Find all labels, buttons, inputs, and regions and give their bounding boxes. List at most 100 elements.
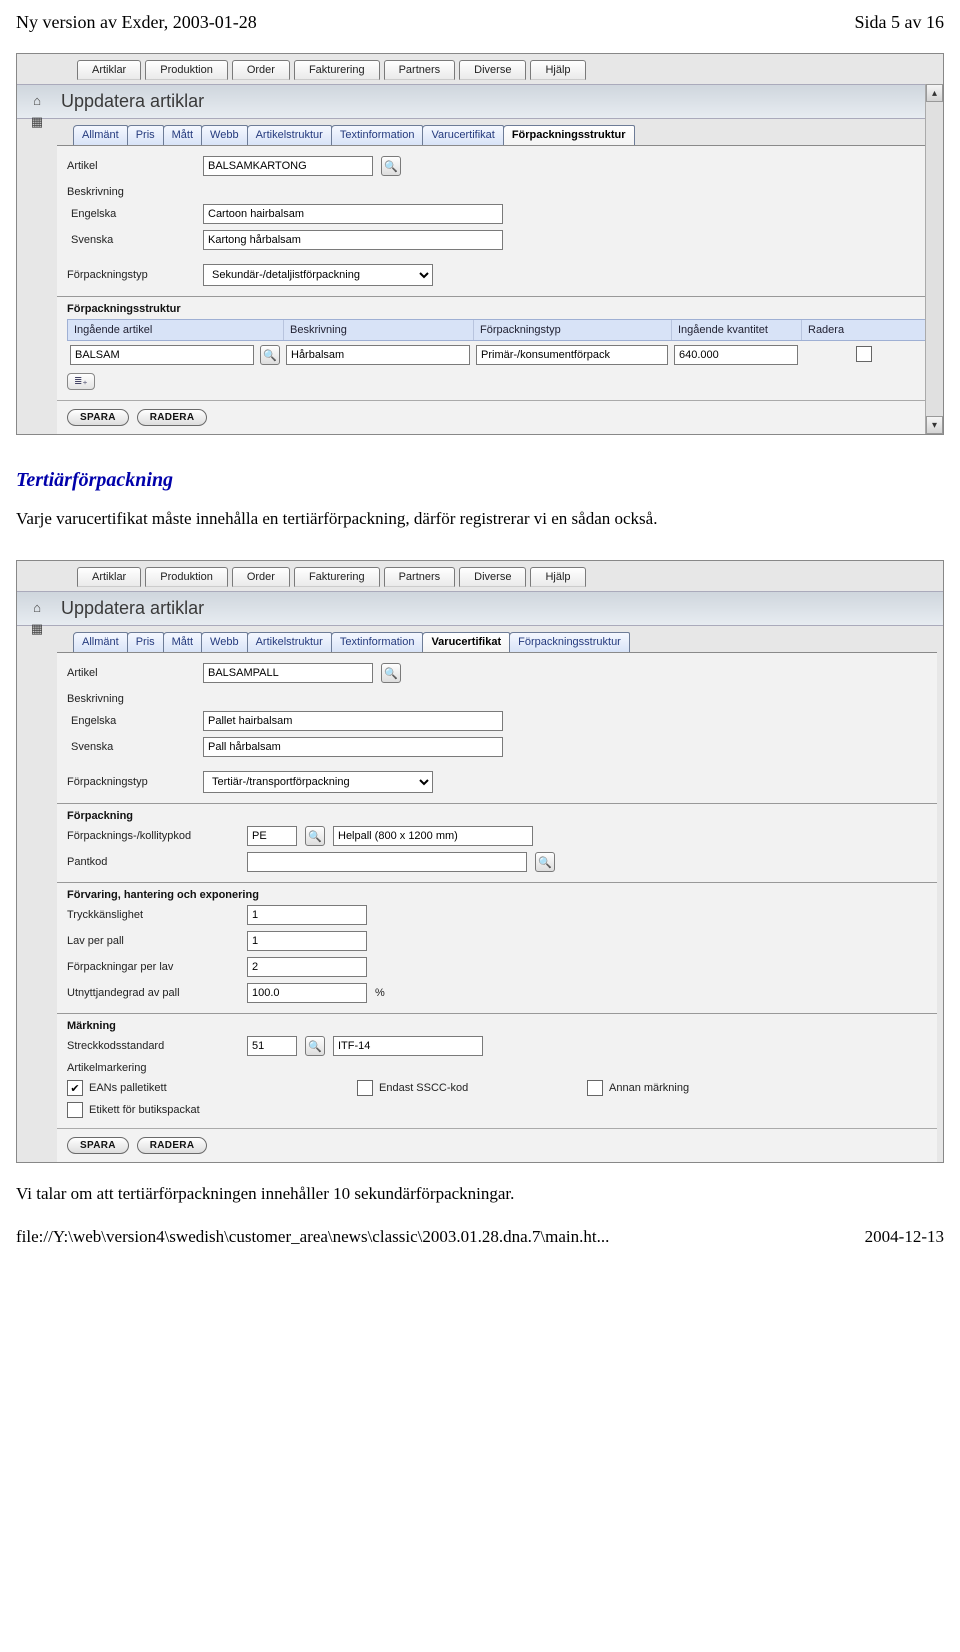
save-button[interactable]: SPARA [67, 409, 129, 426]
beskrivning-label: Beskrivning [67, 693, 195, 705]
group-forvaring: Förvaring, hantering och exponering Tryc… [57, 882, 937, 1003]
tab-forpackningsstruktur[interactable]: Förpackningsstruktur [509, 632, 630, 652]
row-delete-checkbox[interactable] [856, 346, 872, 362]
tab-matt[interactable]: Mått [163, 125, 202, 145]
artikel-label: Artikel [67, 160, 195, 172]
tab-allmant[interactable]: Allmänt [73, 125, 128, 145]
lav-input[interactable] [247, 931, 367, 951]
menu-artiklar[interactable]: Artiklar [77, 567, 141, 587]
search-icon[interactable]: 🔍 [305, 1036, 325, 1056]
svenska-label: Svenska [67, 741, 195, 753]
tab-allmant[interactable]: Allmänt [73, 632, 128, 652]
tab-artikelstruktur[interactable]: Artikelstruktur [247, 125, 332, 145]
app-frame-2: Artiklar Produktion Order Fakturering Pa… [16, 560, 944, 1163]
streckkod-desc [333, 1036, 483, 1056]
menu-hjalp[interactable]: Hjälp [530, 567, 585, 587]
forpackningstyp-select[interactable]: Sekundär-/detaljistförpackning [203, 264, 433, 286]
tab-artikelstruktur[interactable]: Artikelstruktur [247, 632, 332, 652]
tab-webb[interactable]: Webb [201, 125, 248, 145]
tab-pris[interactable]: Pris [127, 125, 164, 145]
group-label: Förpackningsstruktur [67, 303, 927, 315]
search-icon[interactable]: 🔍 [381, 156, 401, 176]
grid-icon[interactable]: ▦ [31, 622, 43, 635]
tab-pris[interactable]: Pris [127, 632, 164, 652]
engelska-input[interactable] [203, 711, 503, 731]
tab-textinformation[interactable]: Textinformation [331, 125, 424, 145]
artikel-label: Artikel [67, 667, 195, 679]
group-label: Förvaring, hantering och exponering [67, 889, 927, 901]
scrollbar[interactable]: ▴ ▾ [925, 84, 943, 434]
form-area-1: Artikel 🔍 Beskrivning Engelska Svenska F… [57, 145, 937, 434]
row-artikel-input[interactable] [70, 345, 254, 365]
search-icon[interactable]: 🔍 [381, 663, 401, 683]
tab-matt[interactable]: Mått [163, 632, 202, 652]
tabs: Allmänt Pris Mått Webb Artikelstruktur T… [17, 626, 943, 652]
search-icon[interactable]: 🔍 [535, 852, 555, 872]
kollitypkod-input[interactable] [247, 826, 297, 846]
search-icon[interactable]: 🔍 [260, 345, 280, 365]
checkbox-eans-palletikett[interactable]: ✔ [67, 1080, 83, 1096]
checkbox-endast-sscc[interactable] [357, 1080, 373, 1096]
footer-path: file://Y:\web\version4\swedish\customer_… [16, 1227, 609, 1247]
home-icon[interactable]: ⌂ [33, 601, 41, 614]
menu-hjalp[interactable]: Hjälp [530, 60, 585, 80]
add-row-icon[interactable]: ≣₊ [67, 373, 95, 390]
artikel-input[interactable] [203, 663, 373, 683]
streckkod-input[interactable] [247, 1036, 297, 1056]
tab-forpackningsstruktur[interactable]: Förpackningsstruktur [503, 125, 635, 145]
sidebar-icons: ⌂ ▦ [23, 94, 51, 128]
checkbox-etikett-butikspackat[interactable] [67, 1102, 83, 1118]
svenska-input[interactable] [203, 737, 503, 757]
th-kvantitet: Ingående kvantitet [672, 320, 802, 340]
cb-label-1: EANs palletikett [89, 1082, 167, 1094]
perlav-input[interactable] [247, 957, 367, 977]
menu-produktion[interactable]: Produktion [145, 60, 228, 80]
delete-button[interactable]: RADERA [137, 409, 208, 426]
pantkod-input[interactable] [247, 852, 527, 872]
tryck-input[interactable] [247, 905, 367, 925]
tab-textinformation[interactable]: Textinformation [331, 632, 424, 652]
menu-produktion[interactable]: Produktion [145, 567, 228, 587]
page-title: Uppdatera artiklar [17, 84, 943, 119]
beskrivning-label: Beskrivning [67, 186, 195, 198]
cb-label-2: Endast SSCC-kod [379, 1082, 468, 1094]
scroll-up-icon[interactable]: ▴ [926, 84, 943, 102]
artikel-input[interactable] [203, 156, 373, 176]
group-markning: Märkning Streckkodsstandard 🔍 Artikelmar… [57, 1013, 937, 1118]
artikelmarkering-label: Artikelmarkering [67, 1062, 239, 1074]
tab-varucertifikat[interactable]: Varucertifikat [422, 125, 503, 145]
menu-artiklar[interactable]: Artiklar [77, 60, 141, 80]
section-text-2: Vi talar om att tertiärförpackningen inn… [0, 1177, 960, 1221]
home-icon[interactable]: ⌂ [33, 94, 41, 107]
menu-diverse[interactable]: Diverse [459, 567, 526, 587]
search-icon[interactable]: 🔍 [305, 826, 325, 846]
checkbox-annan-markning[interactable] [587, 1080, 603, 1096]
menu-partners[interactable]: Partners [384, 60, 456, 80]
kollityp-desc [333, 826, 533, 846]
kollitypkod-label: Förpacknings-/kollitypkod [67, 830, 239, 842]
row-kvant-input[interactable] [674, 345, 798, 365]
engelska-label: Engelska [67, 208, 195, 220]
forpackningstyp-label: Förpackningstyp [67, 776, 195, 788]
cb-label-4: Etikett för butikspackat [89, 1104, 200, 1116]
lav-label: Lav per pall [67, 935, 239, 947]
menu-fakturering[interactable]: Fakturering [294, 567, 380, 587]
engelska-input[interactable] [203, 204, 503, 224]
grid-icon[interactable]: ▦ [31, 115, 43, 128]
menu-partners[interactable]: Partners [384, 567, 456, 587]
save-button[interactable]: SPARA [67, 1137, 129, 1154]
tab-varucertifikat[interactable]: Varucertifikat [422, 632, 510, 652]
tab-webb[interactable]: Webb [201, 632, 248, 652]
menu-order[interactable]: Order [232, 60, 290, 80]
menu-diverse[interactable]: Diverse [459, 60, 526, 80]
delete-button[interactable]: RADERA [137, 1137, 208, 1154]
menu-order[interactable]: Order [232, 567, 290, 587]
scroll-down-icon[interactable]: ▾ [926, 416, 943, 434]
page-title: Uppdatera artiklar [17, 591, 943, 626]
svenska-input[interactable] [203, 230, 503, 250]
header-right: Sida 5 av 16 [855, 12, 945, 33]
menu-fakturering[interactable]: Fakturering [294, 60, 380, 80]
sidebar-icons: ⌂ ▦ [23, 601, 51, 635]
forpackningstyp-select[interactable]: Tertiär-/transportförpackning [203, 771, 433, 793]
utnytt-input[interactable] [247, 983, 367, 1003]
